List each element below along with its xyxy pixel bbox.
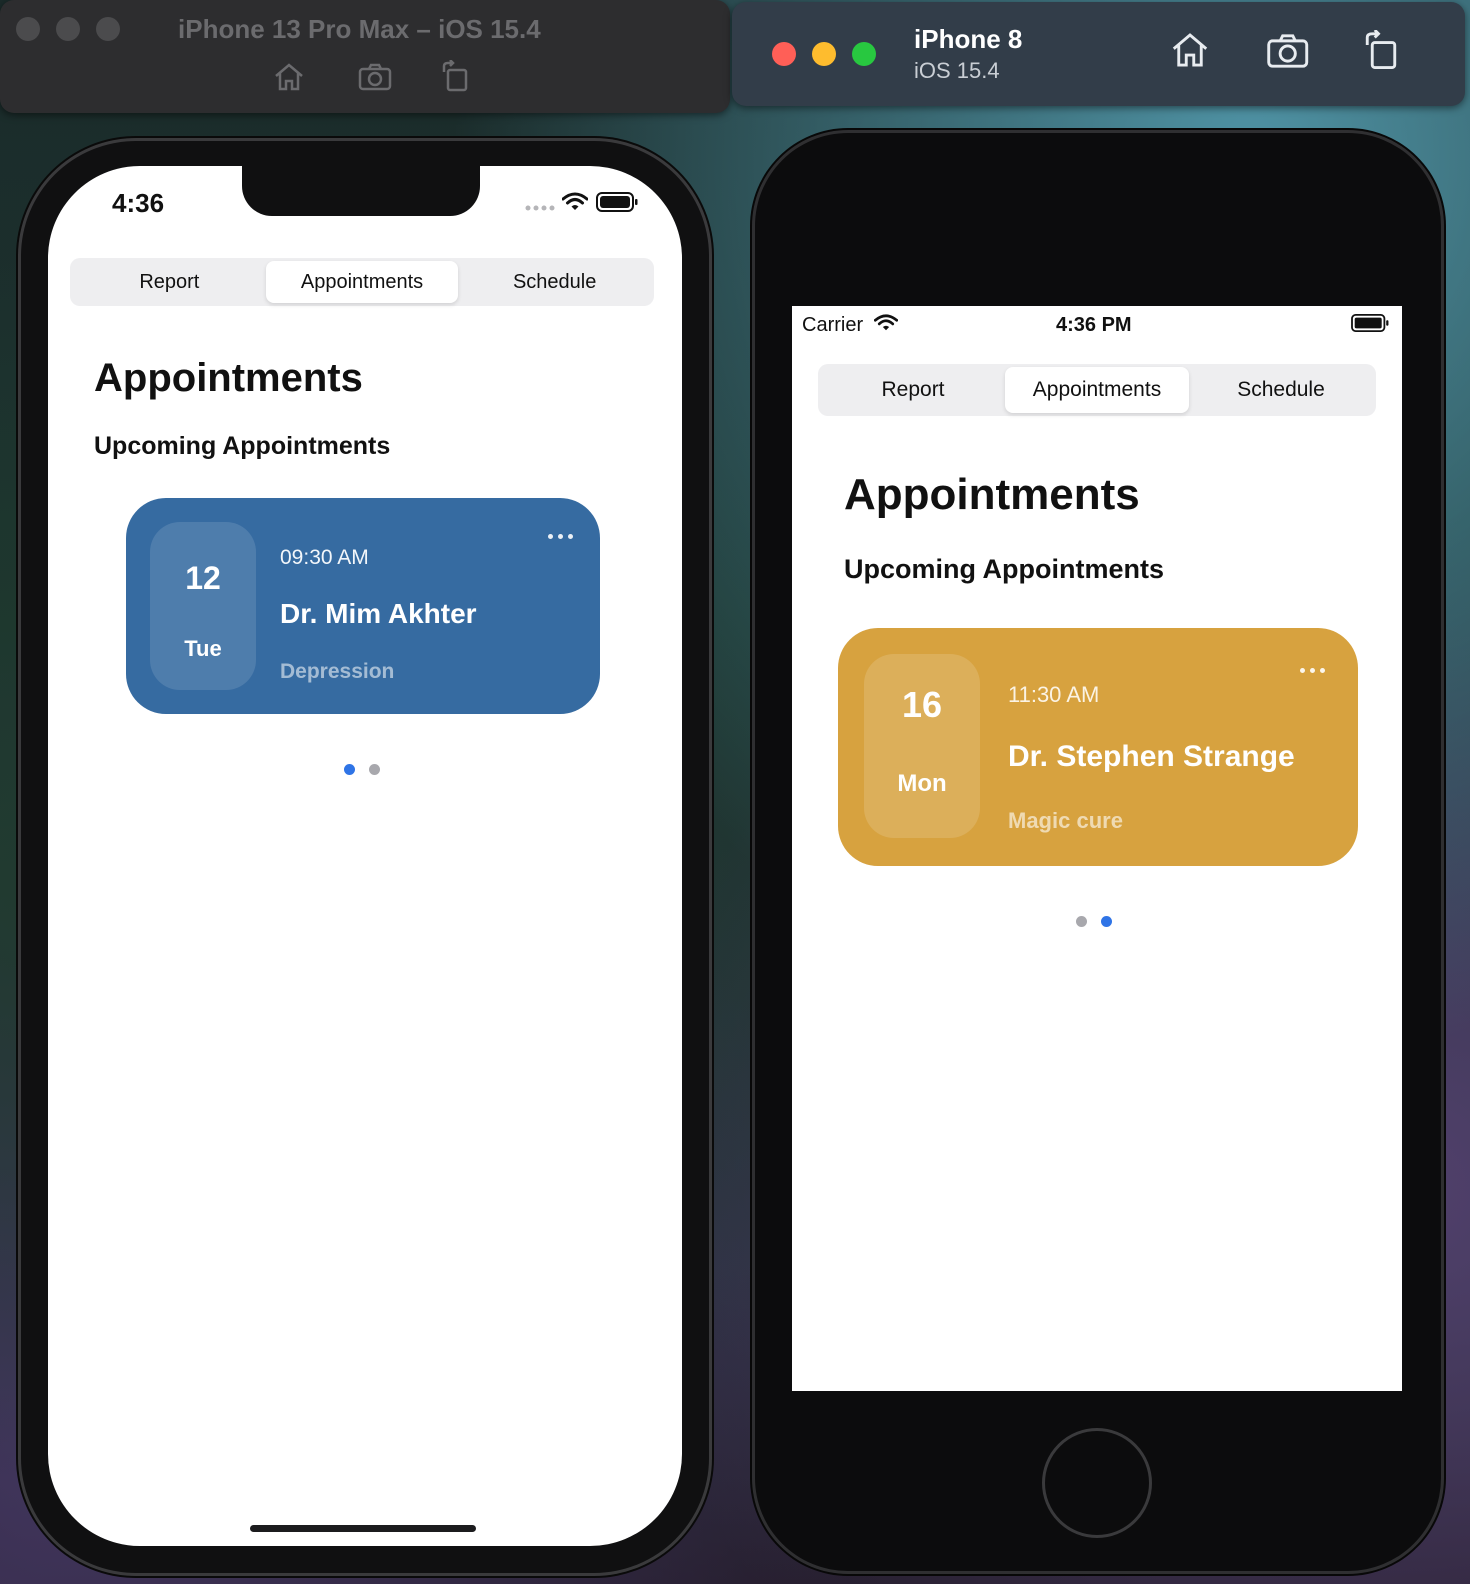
screenshot-icon[interactable] xyxy=(1266,32,1312,70)
appointment-day: Tue xyxy=(184,636,222,661)
more-options-icon[interactable] xyxy=(1300,668,1325,673)
segmented-control: Report Appointments Schedule xyxy=(70,258,654,306)
page-dot[interactable] xyxy=(1101,916,1112,927)
more-options-icon[interactable] xyxy=(548,534,573,539)
battery-icon xyxy=(1351,314,1389,332)
minimize-window-button[interactable] xyxy=(56,17,80,41)
page-dot[interactable] xyxy=(344,764,355,775)
tab-appointments[interactable]: Appointments xyxy=(265,261,459,303)
tab-report[interactable]: Report xyxy=(821,367,1005,413)
appointment-date: 12 xyxy=(185,560,221,596)
close-window-button[interactable] xyxy=(16,17,40,41)
battery-icon xyxy=(596,192,638,212)
iphone13-device-frame: 4:36 Report Appointments Schedule Appoin… xyxy=(18,138,712,1576)
iphone13-screen: 4:36 Report Appointments Schedule Appoin… xyxy=(48,166,682,1546)
notch xyxy=(242,166,480,216)
page-title: Appointments xyxy=(844,470,1140,519)
doctor-name: Dr. Stephen Strange xyxy=(1008,740,1295,773)
segmented-control: Report Appointments Schedule xyxy=(818,364,1376,416)
page-dot[interactable] xyxy=(369,764,380,775)
section-title: Upcoming Appointments xyxy=(94,432,391,460)
date-pill: 16 Mon xyxy=(864,654,980,838)
doctor-name: Dr. Mim Akhter xyxy=(280,598,477,629)
status-bar-time: 4:36 xyxy=(112,188,165,218)
section-title: Upcoming Appointments xyxy=(844,554,1164,584)
iphone8-screen: Carrier 4:36 PM Report Appointments Sche… xyxy=(792,306,1402,1391)
page-title: Appointments xyxy=(94,356,363,400)
screenshot-icon[interactable] xyxy=(358,62,394,92)
simulator-titlebar-iphone13: iPhone 13 Pro Max – iOS 15.4 xyxy=(0,0,730,113)
home-indicator xyxy=(250,1525,476,1532)
simulator-title: iPhone 13 Pro Max – iOS 15.4 xyxy=(178,14,541,44)
tab-schedule[interactable]: Schedule xyxy=(458,261,651,303)
page-indicator[interactable] xyxy=(344,764,380,775)
cellular-signal-icon xyxy=(525,205,555,211)
appointment-time: 09:30 AM xyxy=(280,546,369,569)
simulator-subtitle: iOS 15.4 xyxy=(914,58,1000,83)
close-window-button[interactable] xyxy=(772,42,796,66)
rotate-icon[interactable] xyxy=(440,60,470,92)
date-pill: 12 Tue xyxy=(150,522,256,690)
tab-report[interactable]: Report xyxy=(73,261,266,303)
home-icon[interactable] xyxy=(273,62,305,92)
wifi-icon xyxy=(562,192,588,210)
page-dot[interactable] xyxy=(1076,916,1087,927)
appointment-reason: Magic cure xyxy=(1008,808,1123,833)
home-button[interactable] xyxy=(1042,1428,1152,1538)
rotate-icon[interactable] xyxy=(1362,30,1400,70)
iphone8-device-frame: Carrier 4:36 PM Report Appointments Sche… xyxy=(752,130,1444,1574)
zoom-window-button[interactable] xyxy=(96,17,120,41)
minimize-window-button[interactable] xyxy=(812,42,836,66)
zoom-window-button[interactable] xyxy=(852,42,876,66)
appointment-card[interactable]: 12 Tue 09:30 AM Dr. Mim Akhter Depressio… xyxy=(126,498,600,714)
appointment-card[interactable]: 16 Mon 11:30 AM Dr. Stephen Strange Magi… xyxy=(838,628,1358,866)
wifi-icon xyxy=(874,314,898,331)
appointment-date: 16 xyxy=(901,684,943,725)
simulator-title: iPhone 8 xyxy=(914,24,1023,54)
tab-schedule[interactable]: Schedule xyxy=(1189,367,1373,413)
status-bar-time: 4:36 PM xyxy=(1056,314,1132,336)
page-indicator[interactable] xyxy=(1076,916,1112,927)
appointment-day: Mon xyxy=(897,770,947,797)
appointment-time: 11:30 AM xyxy=(1008,682,1100,707)
tab-appointments[interactable]: Appointments xyxy=(1005,367,1189,413)
simulator-titlebar-iphone8: iPhone 8 iOS 15.4 xyxy=(732,2,1465,106)
home-icon[interactable] xyxy=(1170,30,1210,70)
appointment-reason: Depression xyxy=(280,660,395,683)
status-bar-carrier: Carrier xyxy=(802,314,864,336)
